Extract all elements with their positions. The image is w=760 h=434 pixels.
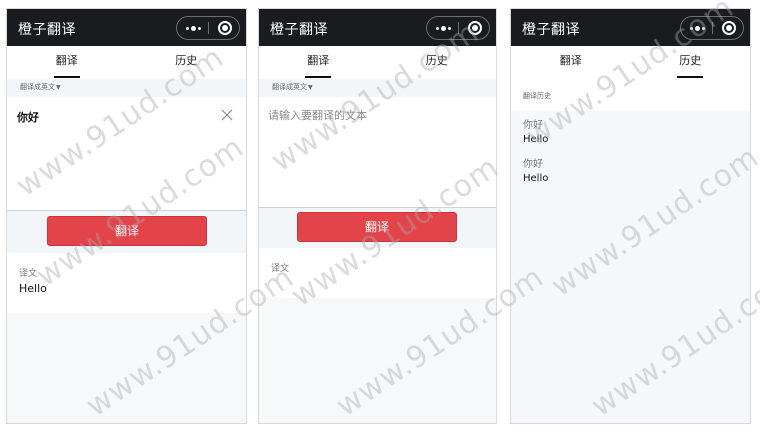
caret-down-icon: ▼ — [56, 84, 61, 91]
history-header: 翻译历史 — [511, 79, 750, 111]
language-selector-label: 翻译成英文 — [272, 83, 307, 91]
source-text-placeholder: 请输入要翻译的文本 — [268, 109, 367, 122]
tab-bar: 翻译 历史 — [259, 46, 496, 79]
translate-button[interactable]: 翻译 — [297, 212, 457, 242]
phone-screen-history: 橙子翻译 翻译 历史 翻译历史 你好 Hello 你好 Hello — [510, 8, 751, 424]
menu-capsule — [680, 16, 744, 40]
button-area: 翻译 — [259, 208, 496, 248]
app-title: 橙子翻译 — [18, 22, 76, 38]
target-circle-icon[interactable] — [722, 21, 736, 35]
result-label: 译文 — [19, 269, 38, 279]
app-title: 橙子翻译 — [270, 22, 328, 38]
tab-history[interactable]: 历史 — [631, 46, 751, 79]
language-selector-label: 翻译成英文 — [20, 83, 55, 91]
history-item-target: Hello — [523, 173, 549, 184]
history-item[interactable]: 你好 Hello — [523, 119, 548, 147]
more-dots-icon[interactable] — [177, 17, 208, 39]
capsule-divider — [208, 22, 209, 34]
tab-translate[interactable]: 翻译 — [7, 46, 127, 79]
translate-button[interactable]: 翻译 — [47, 216, 207, 246]
history-label: 翻译历史 — [523, 92, 551, 100]
more-dots-icon[interactable] — [427, 17, 458, 39]
phone-screen-translate-empty: 橙子翻译 翻译 历史 翻译成英文▼ 请输入要翻译的文本 翻译 译文 — [258, 8, 497, 424]
history-item-source: 你好 — [523, 159, 543, 170]
result-label: 译文 — [271, 264, 290, 274]
tab-bar: 翻译 历史 — [7, 46, 246, 79]
more-dots-icon[interactable] — [681, 17, 712, 39]
title-bar: 橙子翻译 — [7, 9, 246, 46]
history-item[interactable]: 你好 Hello — [523, 158, 548, 186]
result-text: Hello — [19, 282, 47, 295]
history-list: 你好 Hello 你好 Hello — [511, 111, 750, 423]
target-circle-icon[interactable] — [468, 21, 482, 35]
button-area: 翻译 — [7, 211, 246, 253]
clear-x-icon[interactable] — [221, 109, 233, 121]
app-title: 橙子翻译 — [522, 22, 580, 38]
source-text-input[interactable]: 你好 — [7, 97, 246, 211]
title-bar: 橙子翻译 — [259, 9, 496, 46]
history-item-target: Hello — [523, 134, 549, 145]
target-circle-icon[interactable] — [218, 21, 232, 35]
language-selector[interactable]: 翻译成英文▼ — [259, 79, 496, 97]
menu-capsule — [176, 16, 240, 40]
tab-history[interactable]: 历史 — [378, 46, 497, 79]
tab-history[interactable]: 历史 — [127, 46, 247, 79]
source-text-value: 你好 — [17, 111, 39, 124]
capsule-divider — [712, 22, 713, 34]
tab-translate[interactable]: 翻译 — [511, 46, 631, 79]
result-panel: 译文 — [259, 248, 496, 298]
caret-down-icon: ▼ — [308, 84, 313, 91]
tab-bar: 翻译 历史 — [511, 46, 750, 79]
language-selector[interactable]: 翻译成英文▼ — [7, 79, 246, 97]
history-item-source: 你好 — [523, 120, 543, 131]
phone-screen-translate-result: 橙子翻译 翻译 历史 翻译成英文▼ 你好 翻译 译文 Hello — [6, 8, 247, 424]
title-bar: 橙子翻译 — [511, 9, 750, 46]
capsule-divider — [458, 22, 459, 34]
result-panel: 译文 Hello — [7, 253, 246, 313]
source-text-input[interactable]: 请输入要翻译的文本 — [259, 97, 496, 208]
menu-capsule — [426, 16, 490, 40]
tab-translate[interactable]: 翻译 — [259, 46, 378, 79]
